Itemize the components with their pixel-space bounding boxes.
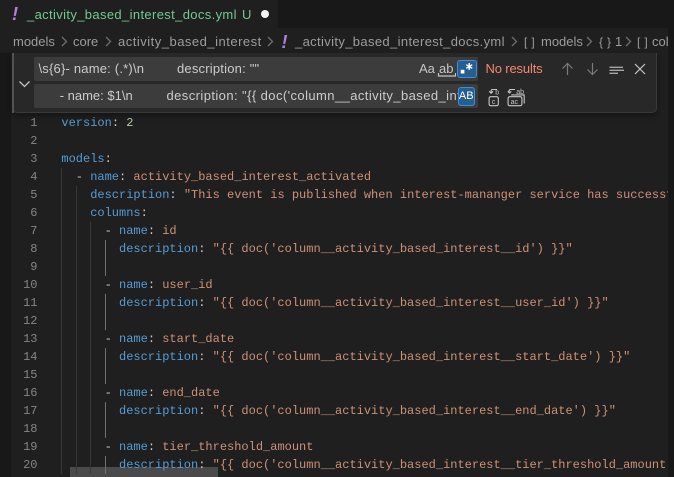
- svg-text:b: b: [495, 89, 499, 96]
- svg-text:ab: ab: [516, 89, 524, 96]
- svg-text:ac: ac: [510, 98, 518, 105]
- svg-text:c: c: [491, 98, 495, 105]
